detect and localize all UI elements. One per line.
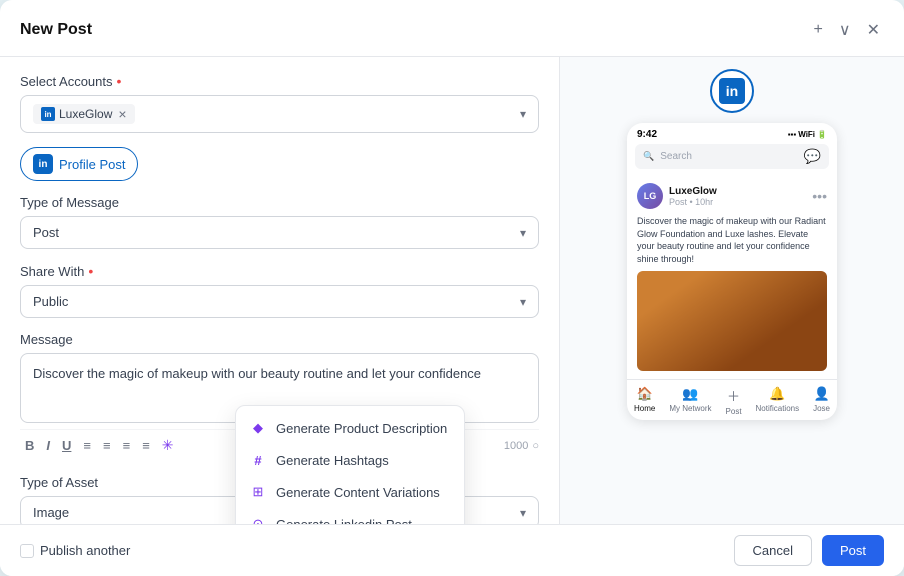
modal: New Post + ∨ ✕ Select Accounts • in L (0, 0, 904, 576)
phone-search-bar[interactable]: 🔍 Search 💬 (635, 144, 829, 169)
network-icon: 👥 (682, 386, 698, 402)
menu-item-linkedin-post[interactable]: ⊙ Generate Linkedin Post (236, 508, 464, 524)
select-accounts-group: Select Accounts • in LuxeGlow × ▾ (20, 73, 539, 133)
modal-body: Select Accounts • in LuxeGlow × ▾ (0, 57, 904, 524)
preview-panel: in 9:42 ▪▪▪ WiFi 🔋 🔍 Search 💬 (560, 57, 904, 524)
nav-network[interactable]: 👥 My Network (669, 386, 711, 416)
chevron-down-icon: ▾ (520, 107, 526, 121)
menu-item-generate-hashtags[interactable]: # Generate Hashtags (236, 444, 464, 476)
post-author: LuxeGlow (669, 186, 806, 197)
post-image-inner (637, 271, 827, 371)
chevron-down-icon: ▾ (520, 295, 526, 309)
ai-button[interactable]: ✳ (157, 434, 179, 457)
post-meta: LuxeGlow Post • 10hr (669, 186, 806, 207)
generate-product-icon: ◆ (250, 420, 266, 436)
phone-preview: 9:42 ▪▪▪ WiFi 🔋 🔍 Search 💬 LG (627, 123, 837, 420)
modal-title: New Post (20, 21, 92, 39)
nav-notifications[interactable]: 🔔 Notifications (756, 386, 800, 416)
type-of-message-group: Type of Message Post ▾ (20, 195, 539, 249)
type-of-message-value: Post (33, 225, 59, 240)
nav-profile[interactable]: 👤 Jose (813, 386, 830, 416)
hashtag-icon: # (250, 452, 266, 468)
message-text: Discover the magic of makeup with our be… (33, 366, 481, 381)
notifications-icon: 🔔 (769, 386, 785, 402)
nav-home[interactable]: 🏠 Home (634, 386, 655, 416)
menu-item-label: Generate Product Description (276, 421, 447, 436)
share-with-label: Share With • (20, 263, 539, 279)
post-text: Discover the magic of makeup with our Ra… (637, 215, 827, 265)
phone-status-bar: 9:42 ▪▪▪ WiFi 🔋 (627, 123, 837, 144)
char-count: 1000 ○ (504, 440, 539, 452)
chevron-down-icon: ▾ (520, 226, 526, 240)
content-variations-icon: ⊞ (250, 484, 266, 500)
linkedin-post-icon: ⊙ (250, 516, 266, 524)
modal-header: New Post + ∨ ✕ (0, 0, 904, 57)
italic-button[interactable]: I (41, 435, 55, 456)
home-icon: 🏠 (637, 386, 653, 402)
phone-time: 9:42 (637, 129, 657, 140)
share-with-select[interactable]: Public ▾ (20, 285, 539, 318)
footer-buttons: Cancel Post (734, 535, 884, 566)
publish-another-label[interactable]: Publish another (20, 543, 130, 558)
type-of-message-label: Type of Message (20, 195, 539, 210)
type-of-asset-value: Image (33, 505, 69, 520)
post-avatar: LG (637, 183, 663, 209)
ai-dropdown-menu: ◆ Generate Product Description # Generat… (235, 405, 465, 524)
menu-item-label: Generate Linkedin Post (276, 517, 412, 525)
publish-another-checkbox[interactable] (20, 544, 34, 558)
bold-button[interactable]: B (20, 435, 39, 456)
search-placeholder: Search (660, 151, 692, 162)
modal-footer: Publish another Cancel Post (0, 524, 904, 576)
form-panel: Select Accounts • in LuxeGlow × ▾ (0, 57, 560, 524)
required-indicator: • (117, 73, 122, 89)
select-accounts-value: in LuxeGlow × (33, 104, 135, 124)
nav-post[interactable]: ＋ Post (726, 386, 742, 416)
align-center-button[interactable]: ≡ (98, 435, 116, 456)
post-button[interactable]: Post (822, 535, 884, 566)
linkedin-tag-icon: in (41, 107, 55, 121)
search-icon: 🔍 (643, 151, 654, 162)
message-label: Message (20, 332, 539, 347)
post-image (637, 271, 827, 371)
linkedin-logo-circle: in (710, 69, 754, 113)
share-with-group: Share With • Public ▾ (20, 263, 539, 318)
required-indicator2: • (88, 263, 93, 279)
type-of-message-select[interactable]: Post ▾ (20, 216, 539, 249)
profile-post-button[interactable]: in Profile Post (20, 147, 138, 181)
menu-item-label: Generate Hashtags (276, 453, 389, 468)
cancel-button[interactable]: Cancel (734, 535, 812, 566)
profile-icon: 👤 (813, 386, 829, 402)
chevron-button[interactable]: ∨ (835, 16, 855, 44)
select-accounts-box[interactable]: in LuxeGlow × ▾ (20, 95, 539, 133)
share-with-value: Public (33, 294, 68, 309)
close-button[interactable]: ✕ (863, 16, 884, 44)
menu-item-content-variations[interactable]: ⊞ Generate Content Variations (236, 476, 464, 508)
select-accounts-label: Select Accounts • (20, 73, 539, 89)
align-right-button[interactable]: ≡ (118, 435, 136, 456)
post-sub: Post • 10hr (669, 197, 806, 207)
phone-signal: ▪▪▪ WiFi 🔋 (788, 130, 827, 139)
header-actions: + ∨ ✕ (810, 16, 884, 44)
plus-button[interactable]: + (810, 17, 827, 43)
post-card: LG LuxeGlow Post • 10hr ••• Discover the… (627, 175, 837, 379)
message-icon: 💬 (804, 148, 821, 165)
post-more-icon[interactable]: ••• (812, 188, 827, 204)
align-justify-button[interactable]: ≡ (137, 435, 155, 456)
post-icon: ＋ (727, 386, 740, 405)
align-left-button[interactable]: ≡ (78, 435, 96, 456)
tag-remove-btn[interactable]: × (118, 106, 126, 122)
chevron-down-icon: ▾ (520, 506, 526, 520)
account-tag: in LuxeGlow × (33, 104, 135, 124)
linkedin-badge-icon: in (33, 154, 53, 174)
post-header: LG LuxeGlow Post • 10hr ••• (637, 183, 827, 209)
menu-item-generate-product[interactable]: ◆ Generate Product Description (236, 412, 464, 444)
underline-button[interactable]: U (57, 435, 76, 456)
menu-item-label: Generate Content Variations (276, 485, 440, 500)
linkedin-logo-icon: in (719, 78, 745, 104)
phone-nav-bar: 🏠 Home 👥 My Network ＋ Post 🔔 Notificatio… (627, 379, 837, 420)
